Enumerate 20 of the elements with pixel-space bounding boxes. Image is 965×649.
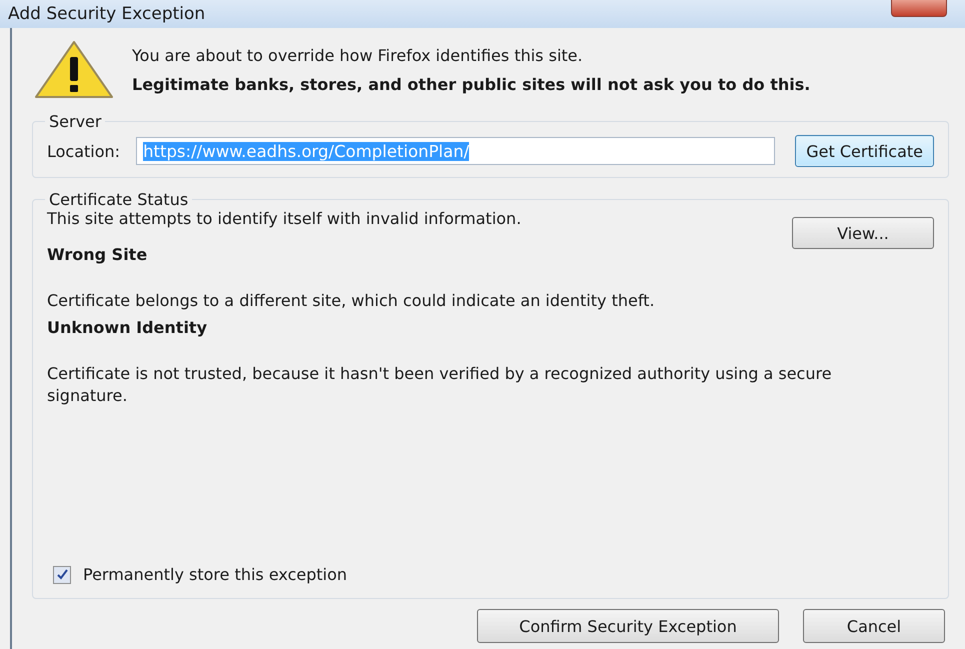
problem-text: Certificate is not trusted, because it hasn't been verified by a recognized authority using a secure signature. (47, 363, 833, 407)
permanent-label[interactable]: Permanently store this exception (83, 565, 348, 584)
warning-icon (32, 39, 116, 101)
cancel-button[interactable]: Cancel (803, 609, 945, 643)
warning-text: Legitimate banks, stores, and other public sites will not ask you to do this. (132, 75, 810, 94)
confirm-button[interactable]: Confirm Security Exception (477, 609, 779, 643)
problem-heading: Unknown Identity (47, 318, 208, 337)
view-button[interactable]: View... (792, 217, 934, 249)
checkmark-icon (56, 569, 68, 580)
window-title: Add Security Exception (8, 4, 206, 24)
location-label: Location: (47, 142, 120, 160)
intro-text: You are about to override how Firefox identifies this site. (132, 46, 584, 65)
permanent-checkbox[interactable] (53, 566, 71, 584)
status-summary: This site attempts to identify itself with invalid information. (47, 209, 522, 228)
close-button[interactable] (891, 0, 947, 17)
problem-heading: Wrong Site (47, 245, 148, 264)
group-legend: Certificate Status (45, 190, 192, 209)
problem-text: Certificate belongs to a different site, which could indicate an identity theft. (47, 290, 656, 312)
group-legend: Server (45, 112, 106, 131)
get-certificate-button[interactable]: Get Certificate (795, 135, 934, 167)
